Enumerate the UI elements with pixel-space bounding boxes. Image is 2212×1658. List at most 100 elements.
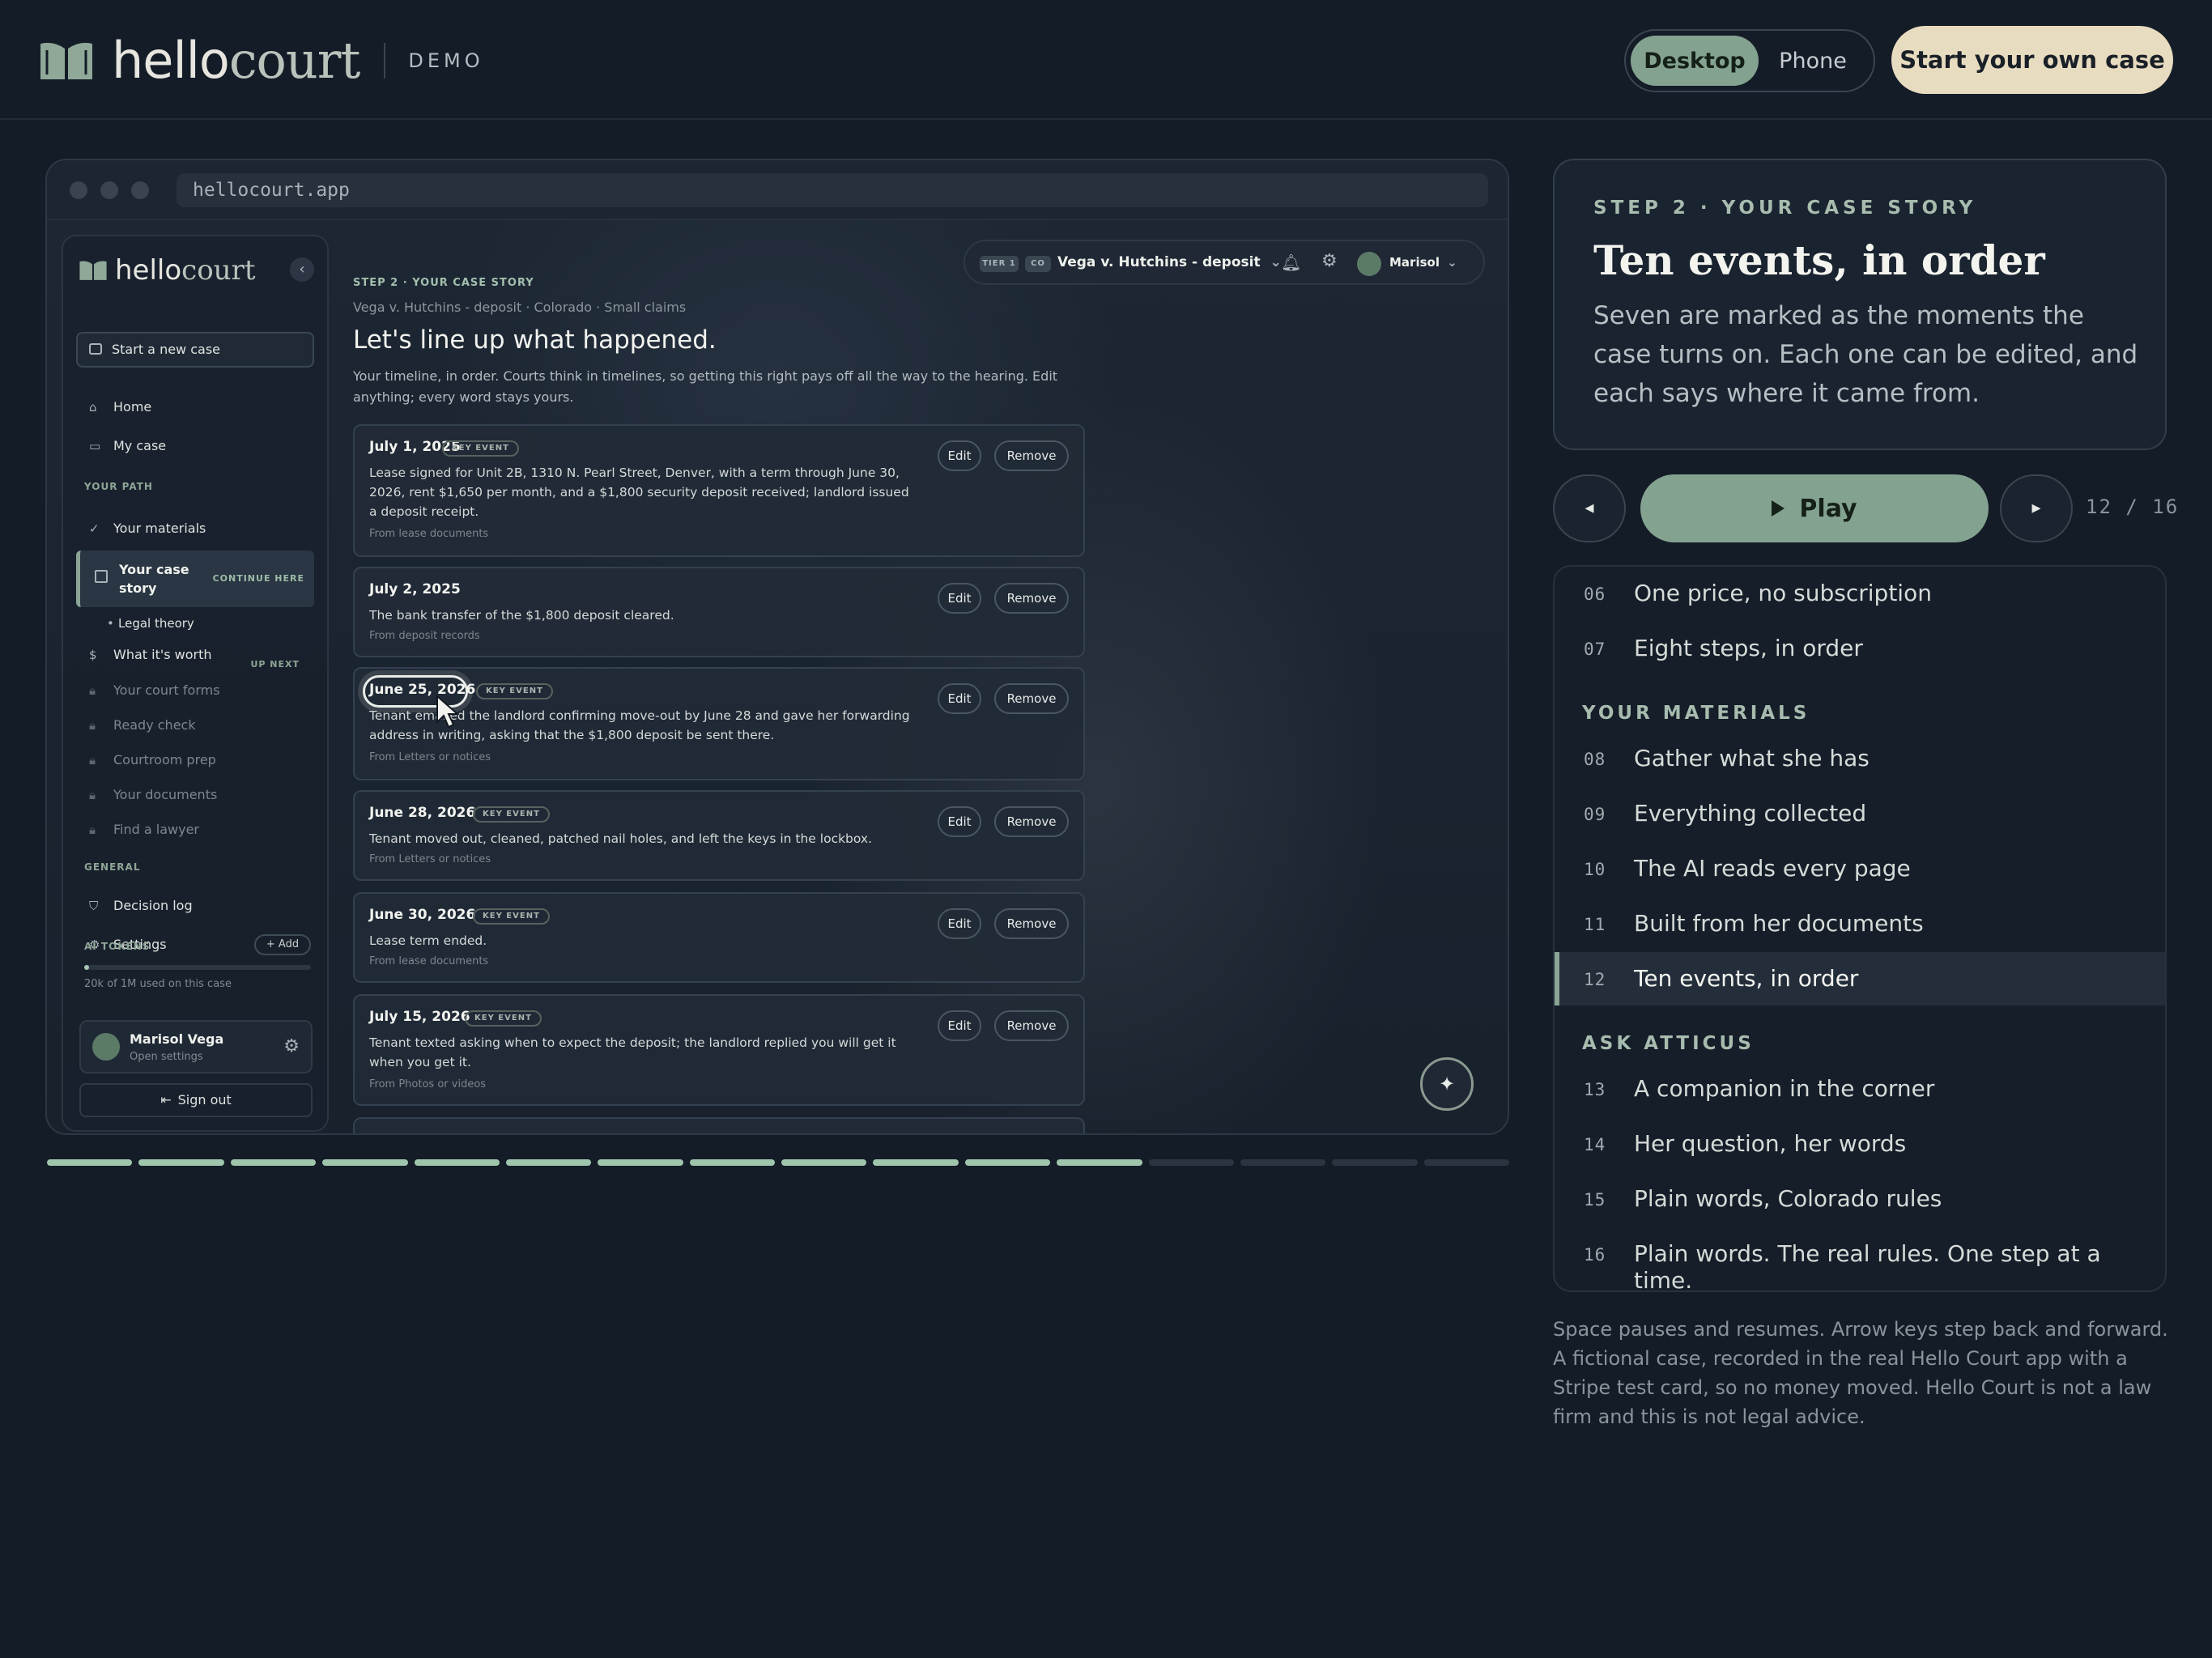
- progress-segment[interactable]: [230, 1159, 317, 1166]
- chapter-item[interactable]: 10 The AI reads every page: [1555, 842, 2165, 895]
- chapter-number: 09: [1584, 805, 1606, 824]
- sidebar-item-find-lawyer[interactable]: 🔒︎ Find a lawyer: [76, 814, 314, 845]
- edit-button[interactable]: Edit: [938, 440, 981, 471]
- progress-segment[interactable]: [689, 1159, 775, 1166]
- app-logo[interactable]: hello court: [78, 254, 256, 287]
- mouse-cursor-icon: [436, 695, 460, 729]
- footer-note: Space pauses and resumes. Arrow keys ste…: [1553, 1318, 2168, 1428]
- remove-button[interactable]: Remove: [994, 1010, 1069, 1041]
- step-counter: 12 / 16: [2086, 495, 2180, 518]
- chapter-item[interactable]: 07 Eight steps, in order: [1555, 622, 2165, 675]
- chapter-label: Plain words, Colorado rules: [1634, 1185, 1942, 1212]
- progress-segment[interactable]: [1332, 1159, 1418, 1166]
- chapter-number: 14: [1584, 1135, 1606, 1154]
- start-new-case-button[interactable]: Start a new case: [76, 332, 314, 368]
- browser-chrome: hellocourt.app: [47, 160, 1508, 220]
- chapter-item[interactable]: 16 Plain words. The real rules. One step…: [1555, 1227, 2165, 1290]
- progress-segment[interactable]: [1423, 1159, 1509, 1166]
- bell-icon[interactable]: 🔔︎: [1281, 253, 1301, 272]
- chapter-item[interactable]: 13 A companion in the corner: [1555, 1062, 2165, 1116]
- sidebar-item-ready-check[interactable]: 🔒︎ Ready check: [76, 710, 314, 741]
- event-text: Tenant texted asking when to expect the …: [369, 1035, 896, 1069]
- remove-button[interactable]: Remove: [994, 440, 1069, 471]
- sidebar-subitem-legal-theory[interactable]: • Legal theory: [76, 610, 314, 636]
- event-date: June 30, 2026: [369, 907, 476, 923]
- chapter-label: One price, no subscription: [1634, 580, 1932, 606]
- progress-segment[interactable]: [505, 1159, 592, 1166]
- home-icon: ⌂: [89, 400, 97, 414]
- edit-button[interactable]: Edit: [938, 1010, 981, 1041]
- start-own-case-button[interactable]: Start your own case: [1891, 26, 2173, 94]
- progress-segment[interactable]: [138, 1159, 224, 1166]
- progress-segment[interactable]: [781, 1159, 867, 1166]
- gear-icon[interactable]: ⚙: [283, 1036, 300, 1056]
- collapse-sidebar-icon[interactable]: ‹: [290, 257, 314, 282]
- view-desktop-button[interactable]: Desktop: [1631, 36, 1759, 86]
- sidebar-item-my-case[interactable]: ▭ My case: [76, 431, 314, 461]
- view-phone-button[interactable]: Phone: [1759, 36, 1867, 86]
- next-button[interactable]: ▸: [2000, 474, 2073, 542]
- brand-divider: [384, 43, 386, 79]
- sidebar-item-home[interactable]: ⌂ Home: [76, 392, 314, 423]
- event-source: From Letters or notices: [369, 751, 491, 763]
- play-button[interactable]: Play: [1640, 474, 1989, 542]
- top-bar: hellocourt DEMO Desktop Phone Start your…: [0, 0, 2212, 120]
- window-dot-icon: [70, 181, 87, 199]
- chapter-number: 10: [1584, 860, 1606, 879]
- sign-out-button[interactable]: ⇤ Sign out: [79, 1083, 313, 1117]
- gear-icon[interactable]: ⚙: [1321, 251, 1338, 271]
- sidebar-item-documents[interactable]: 🔒︎ Your documents: [76, 780, 314, 810]
- chapter-number: 11: [1584, 915, 1606, 934]
- play-label: Play: [1799, 494, 1857, 523]
- chapter-number: 13: [1584, 1080, 1606, 1099]
- previous-button[interactable]: ◂: [1553, 474, 1626, 542]
- progress-segment[interactable]: [1057, 1159, 1142, 1166]
- progress-segment[interactable]: [598, 1159, 683, 1166]
- sidebar-item-courtroom-prep[interactable]: 🔒︎ Courtroom prep: [76, 745, 314, 776]
- add-tokens-button[interactable]: + Add: [254, 934, 311, 955]
- chapter-item[interactable]: 09 Everything collected: [1555, 787, 2165, 840]
- remove-button[interactable]: Remove: [994, 806, 1069, 837]
- progress-segment[interactable]: [1240, 1159, 1326, 1166]
- avatar[interactable]: [1357, 252, 1381, 276]
- progress-segment[interactable]: [322, 1159, 408, 1166]
- window-dot-icon: [131, 181, 149, 199]
- progress-segment[interactable]: [964, 1159, 1051, 1166]
- chapter-item[interactable]: 08 Gather what she has: [1555, 732, 2165, 785]
- progress-segment[interactable]: [47, 1159, 133, 1166]
- remove-button[interactable]: Remove: [994, 908, 1069, 939]
- user-menu[interactable]: Marisol ⌄: [1389, 255, 1457, 270]
- remove-button[interactable]: Remove: [994, 583, 1069, 614]
- chapter-item-active[interactable]: 12 Ten events, in order: [1555, 952, 2165, 1005]
- sidebar-item-decision-log[interactable]: ⛉ Decision log: [76, 891, 314, 921]
- edit-button[interactable]: Edit: [938, 806, 981, 837]
- avatar: [92, 1033, 120, 1061]
- chapter-item[interactable]: 14 Her question, her words: [1555, 1117, 2165, 1171]
- chapter-item[interactable]: 15 Plain words, Colorado rules: [1555, 1172, 2165, 1226]
- sidebar-item-case-story[interactable]: Your case story CONTINUE HERE: [76, 551, 314, 607]
- edit-button[interactable]: Edit: [938, 683, 981, 714]
- edit-button[interactable]: Edit: [938, 908, 981, 939]
- progress-segment[interactable]: [414, 1159, 500, 1166]
- tokens-progress-fill: [84, 965, 89, 970]
- url-bar[interactable]: hellocourt.app: [177, 173, 1488, 207]
- sidebar-item-worth[interactable]: $ What it's worth UP NEXT: [76, 640, 314, 670]
- case-selector[interactable]: Vega v. Hutchins - deposit ⌄: [1057, 254, 1282, 270]
- chapter-number: 08: [1584, 750, 1606, 769]
- edit-button[interactable]: Edit: [938, 583, 981, 614]
- chapter-item[interactable]: 06 One price, no subscription: [1555, 567, 2165, 620]
- remove-button[interactable]: Remove: [994, 683, 1069, 714]
- sidebar-item-court-forms[interactable]: 🔒︎ Your court forms: [76, 675, 314, 706]
- step-card-title: Ten events, in order: [1593, 236, 2045, 284]
- progress-segment[interactable]: [1148, 1159, 1234, 1166]
- user-card[interactable]: Marisol Vega Open settings ⚙: [79, 1020, 313, 1073]
- sidebar-item-materials[interactable]: ✓ Your materials: [76, 513, 314, 544]
- timeline-event: July 15, 2026 KEY EVENT Tenant texted as…: [353, 994, 1085, 1106]
- chapter-list: 06 One price, no subscription 07 Eight s…: [1553, 565, 2167, 1292]
- case-switcher-bar: TIER 1 CO Vega v. Hutchins - deposit ⌄ 🔔…: [963, 240, 1485, 285]
- ask-atticus-button[interactable]: ✦: [1420, 1057, 1474, 1111]
- sidebar-item-label: Home: [113, 399, 152, 414]
- chapter-item[interactable]: 11 Built from her documents: [1555, 897, 2165, 950]
- brand-logo[interactable]: hellocourt DEMO: [37, 32, 484, 89]
- progress-segment[interactable]: [873, 1159, 959, 1166]
